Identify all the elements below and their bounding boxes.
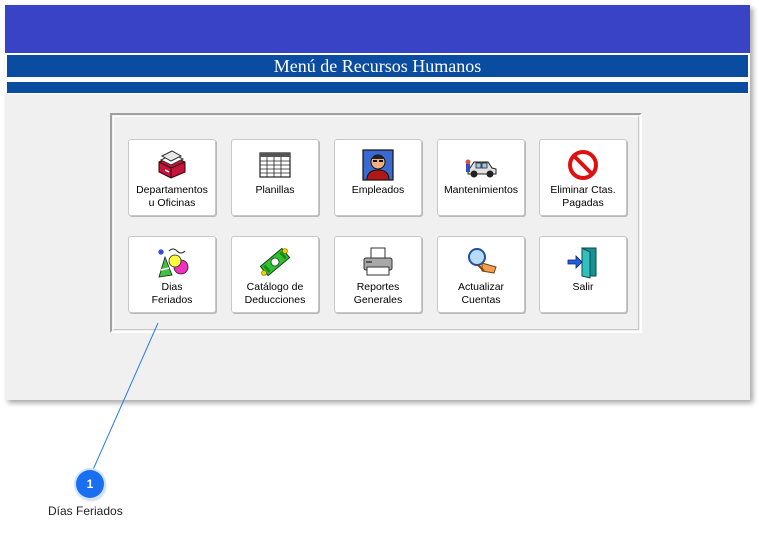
callout-pointer-line [91,322,159,473]
callout-label: Días Feriados [48,504,123,518]
callout-badge: 1 [76,470,104,498]
